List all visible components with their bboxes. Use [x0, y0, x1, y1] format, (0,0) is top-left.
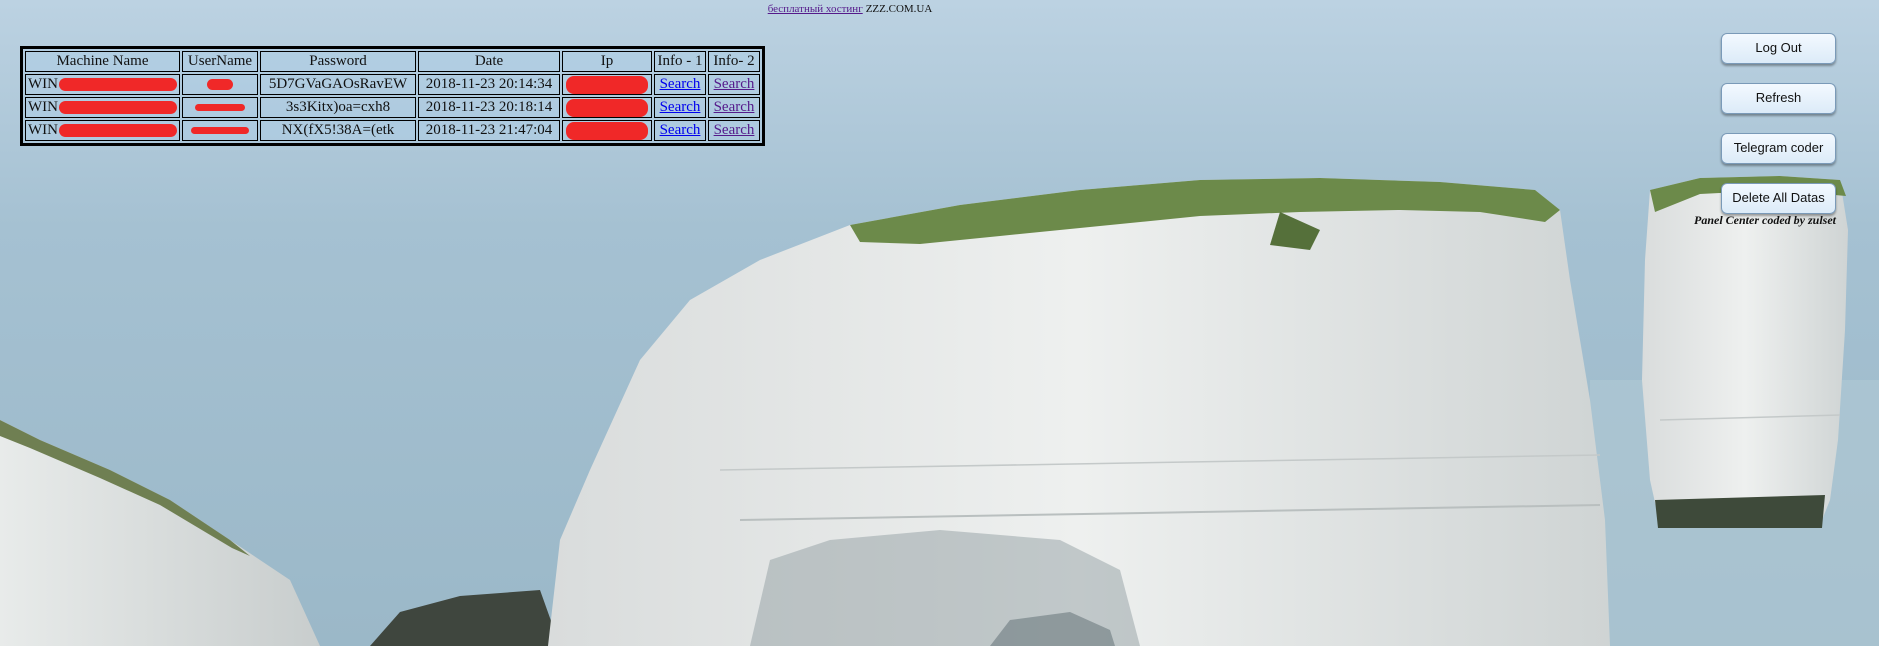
username-cell: [182, 74, 258, 95]
header-date: Date: [418, 51, 560, 72]
username-cell: [182, 97, 258, 118]
password-cell: 3s3Kitx)oa=cxh8: [260, 97, 416, 118]
info-1-cell: Search: [654, 120, 706, 141]
machine-name-prefix: WIN: [28, 76, 58, 92]
search-link-info-2[interactable]: Search: [714, 76, 755, 92]
header-info-1: Info - 1: [654, 51, 706, 72]
telegram-coder-button[interactable]: Telegram coder: [1721, 133, 1836, 164]
info-1-cell: Search: [654, 97, 706, 118]
search-link-info-2[interactable]: Search: [714, 122, 755, 138]
hosting-banner: бесплатный хостинг ZZZ.COM.UA: [0, 3, 1700, 15]
info-2-cell: Search: [708, 74, 760, 95]
redaction-mark: [59, 78, 177, 92]
password-cell: NX(fX5!38A=(etk: [260, 120, 416, 141]
table-row: WIN 5D7GVaGAOsRavEW 2018-11-23 20:14:34 …: [25, 74, 760, 95]
redaction-mark: [566, 121, 648, 140]
machine-name-cell: WIN: [25, 74, 180, 95]
credit-text: Panel Center coded by zulset: [1694, 213, 1836, 227]
table-row: WIN 3s3Kitx)oa=cxh8 2018-11-23 20:18:14 …: [25, 97, 760, 118]
machine-name-cell: WIN: [25, 97, 180, 118]
redaction-mark: [207, 79, 233, 91]
info-2-cell: Search: [708, 97, 760, 118]
username-cell: [182, 120, 258, 141]
logout-button[interactable]: Log Out: [1721, 33, 1836, 64]
ip-cell: [562, 120, 652, 141]
header-username: UserName: [182, 51, 258, 72]
redaction-mark: [195, 104, 245, 112]
refresh-button[interactable]: Refresh: [1721, 83, 1836, 114]
info-1-cell: Search: [654, 74, 706, 95]
info-2-cell: Search: [708, 120, 760, 141]
search-link-info-1[interactable]: Search: [660, 76, 701, 92]
hosting-domain: ZZZ.COM.UA: [865, 3, 933, 15]
password-cell: 5D7GVaGAOsRavEW: [260, 74, 416, 95]
ip-cell: [562, 74, 652, 95]
search-link-info-2[interactable]: Search: [714, 99, 755, 115]
date-cell: 2018-11-23 20:18:14: [418, 97, 560, 118]
redaction-mark: [191, 127, 249, 135]
logs-table: Machine Name UserName Password Date Ip I…: [20, 46, 765, 146]
date-cell: 2018-11-23 20:14:34: [418, 74, 560, 95]
redaction-mark: [566, 98, 648, 117]
redaction-mark: [59, 124, 177, 138]
delete-all-datas-button[interactable]: Delete All Datas: [1721, 183, 1836, 214]
header-password: Password: [260, 51, 416, 72]
header-machine-name: Machine Name: [25, 51, 180, 72]
header-ip: Ip: [562, 51, 652, 72]
header-info-2: Info- 2: [708, 51, 760, 72]
ip-cell: [562, 97, 652, 118]
search-link-info-1[interactable]: Search: [660, 99, 701, 115]
redaction-mark: [566, 75, 648, 94]
machine-name-prefix: WIN: [28, 122, 58, 138]
table-header-row: Machine Name UserName Password Date Ip I…: [25, 51, 760, 72]
machine-name-prefix: WIN: [28, 99, 58, 115]
machine-name-cell: WIN: [25, 120, 180, 141]
hosting-link[interactable]: бесплатный хостинг: [768, 3, 863, 15]
date-cell: 2018-11-23 21:47:04: [418, 120, 560, 141]
table-row: WIN NX(fX5!38A=(etk 2018-11-23 21:47:04 …: [25, 120, 760, 141]
search-link-info-1[interactable]: Search: [660, 122, 701, 138]
redaction-mark: [59, 101, 177, 115]
